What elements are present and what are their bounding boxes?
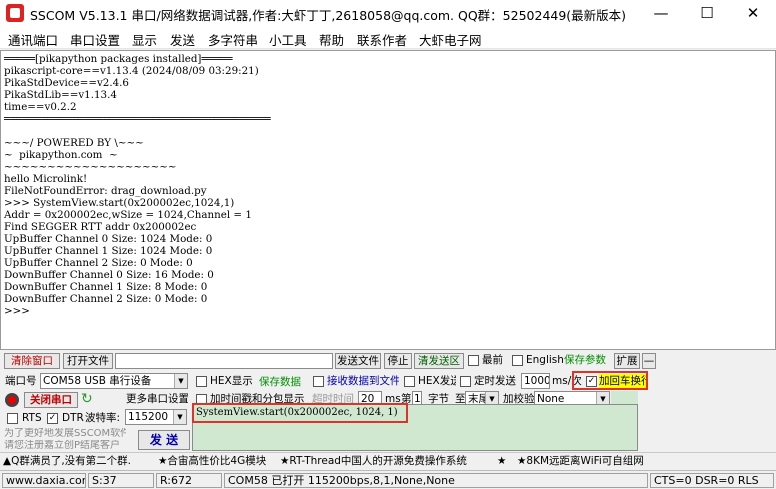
baud-select[interactable]: 115200 ▼ bbox=[125, 409, 187, 425]
baud-select-value: 115200 bbox=[128, 411, 169, 423]
terminal-line: ~~~~~~~~~~~~~~~~~~~~ bbox=[4, 161, 177, 173]
port-label: 端口号 bbox=[5, 375, 37, 387]
expand-button[interactable]: 扩展 bbox=[614, 353, 640, 369]
chevron-down-icon: ▼ bbox=[174, 374, 187, 388]
terminal-output: ═════[pikapython packages installed]════… bbox=[4, 53, 271, 317]
status-port-info: COM58 已打开 115200bps,8,1,None,None bbox=[224, 473, 648, 488]
app-icon bbox=[6, 4, 24, 22]
terminal-line: UpBuffer Channel 2 Size: 0 Mode: 0 bbox=[4, 257, 193, 269]
terminal-line: ════════════════════════════════════════… bbox=[4, 113, 271, 125]
terminal-line: PikaStdLib==v1.13.4 bbox=[4, 89, 117, 101]
maximize-button[interactable]: ☐ bbox=[684, 0, 730, 27]
ticker-item-2[interactable]: ★合宙高性价比4G模块 bbox=[158, 454, 266, 468]
terminal-line: PikaStdDevice==v2.4.6 bbox=[4, 77, 129, 89]
hex-send-label: HEX发送 bbox=[418, 375, 456, 387]
clear-send-button[interactable]: 清发送区 bbox=[414, 353, 464, 369]
timed-send-checkbox[interactable] bbox=[460, 376, 471, 387]
clear-window-button[interactable]: 清除窗口 bbox=[4, 353, 60, 369]
terminal-line: ~~~/ POWERED BY \~~~ bbox=[4, 137, 144, 149]
ticker-item-5[interactable]: ★8KM远距离WiFi可自组网 bbox=[517, 454, 644, 468]
terminal-line: DownBuffer Channel 0 Size: 16 Mode: 0 bbox=[4, 269, 214, 281]
menu-comm-port[interactable]: 通讯端口 bbox=[8, 30, 58, 49]
send-text-content: SystemView.start(0x200002ec, 1024, 1) bbox=[196, 407, 398, 418]
menu-multi-string[interactable]: 多字符串 bbox=[208, 30, 258, 49]
save-data-link[interactable]: 保存数据 bbox=[259, 375, 301, 389]
english-label: English bbox=[526, 354, 564, 366]
add-crlf-checkbox[interactable]: ✓ bbox=[586, 376, 597, 387]
ticker-item-1: ▲Q群满员了,没有第二个群. bbox=[3, 455, 132, 467]
status-sent-count: S:37 bbox=[88, 473, 154, 488]
status-bar: www.daxia.com S:37 R:672 COM58 已打开 11520… bbox=[0, 470, 776, 489]
status-website[interactable]: www.daxia.com bbox=[2, 473, 86, 488]
ticker-item-4[interactable]: ★ bbox=[497, 454, 506, 468]
ticker-bar: ▲Q群满员了,没有第二个群. ★合宙高性价比4G模块 ★RT-Thread中国人… bbox=[0, 452, 776, 469]
menu-tools[interactable]: 小工具 bbox=[269, 30, 307, 49]
close-port-button[interactable]: 关闭串口 bbox=[24, 392, 78, 408]
receive-terminal[interactable]: ═════[pikapython packages installed]════… bbox=[0, 50, 776, 350]
promo-line-2: 请您注册嘉立创P结尾客户 bbox=[4, 440, 121, 451]
close-button[interactable]: ✕ bbox=[730, 0, 776, 27]
terminal-line: >>> bbox=[4, 305, 30, 317]
open-file-button[interactable]: 打开文件 bbox=[63, 353, 113, 369]
hex-display-checkbox[interactable] bbox=[196, 376, 207, 387]
title-bar: SSCOM V5.13.1 串口/网络数据调试器,作者:大虾丁丁,2618058… bbox=[0, 0, 776, 27]
terminal-line: Addr = 0x200002ec,wSize = 1024,Channel =… bbox=[4, 209, 252, 221]
menu-daxia-site[interactable]: 大虾电子网 bbox=[419, 30, 482, 49]
file-path-field[interactable] bbox=[115, 353, 333, 369]
port-status-icon bbox=[5, 393, 19, 407]
menu-bar: 通讯端口 串口设置 显示 发送 多字符串 小工具 帮助 联系作者 大虾电子网 bbox=[0, 27, 776, 49]
send-file-button[interactable]: 发送文件 bbox=[335, 353, 381, 369]
timed-send-label: 定时发送 bbox=[474, 375, 516, 387]
latest-label: 最前 bbox=[482, 354, 503, 366]
terminal-line: DownBuffer Channel 2 Size: 0 Mode: 0 bbox=[4, 293, 208, 305]
hex-send-checkbox[interactable] bbox=[404, 376, 415, 387]
interval-input[interactable]: 1000 bbox=[521, 373, 550, 389]
collapse-button[interactable]: — bbox=[642, 353, 656, 369]
refresh-icon[interactable]: ↻ bbox=[81, 391, 93, 407]
window-title: SSCOM V5.13.1 串口/网络数据调试器,作者:大虾丁丁,2618058… bbox=[30, 8, 627, 23]
save-params-link[interactable]: 保存参数 bbox=[564, 353, 606, 367]
status-line-signals: CTS=0 DSR=0 RLS bbox=[650, 473, 774, 488]
status-received-count: R:672 bbox=[156, 473, 222, 488]
rts-checkbox[interactable] bbox=[7, 413, 18, 424]
ticker-item-3[interactable]: ★RT-Thread中国人的开源免费操作系统 bbox=[280, 454, 467, 468]
send-button[interactable]: 发 送 bbox=[138, 430, 190, 450]
terminal-line: ~ pikapython.com ~ bbox=[4, 149, 118, 161]
baud-label: 波特率: bbox=[85, 412, 121, 424]
promo-line-1: 为了更好地发展SSCOM软件 bbox=[4, 428, 126, 439]
terminal-line: UpBuffer Channel 0 Size: 1024 Mode: 0 bbox=[4, 233, 213, 245]
hex-display-label: HEX显示 bbox=[210, 375, 253, 387]
terminal-line: Find SEGGER RTT addr 0x200002ec bbox=[4, 221, 197, 233]
menu-serial-settings[interactable]: 串口设置 bbox=[70, 30, 120, 49]
terminal-line: time==v0.2.2 bbox=[4, 101, 77, 113]
add-crlf-label: 加回车换行 bbox=[599, 374, 646, 388]
menu-display[interactable]: 显示 bbox=[132, 30, 157, 49]
recv-to-file-checkbox[interactable] bbox=[313, 376, 324, 387]
minimize-button[interactable]: — bbox=[638, 0, 684, 27]
recv-to-file-label: 接收数据到文件 bbox=[327, 375, 399, 387]
terminal-line: pikascript-core==v1.13.4 (2024/08/09 03:… bbox=[4, 65, 259, 77]
terminal-line: FileNotFoundError: drag_download.py bbox=[4, 185, 207, 197]
latest-checkbox[interactable] bbox=[468, 355, 479, 366]
chevron-down-icon: ▼ bbox=[173, 410, 186, 424]
menu-help[interactable]: 帮助 bbox=[319, 30, 344, 49]
dtr-checkbox[interactable]: ✓ bbox=[47, 413, 58, 424]
port-select[interactable]: COM58 USB 串行设备 ▼ bbox=[40, 373, 188, 389]
terminal-line: DownBuffer Channel 1 Size: 8 Mode: 0 bbox=[4, 281, 208, 293]
send-area-corner bbox=[611, 391, 638, 404]
menu-contact-author[interactable]: 联系作者 bbox=[357, 30, 407, 49]
port-select-value: COM58 USB 串行设备 bbox=[43, 375, 152, 387]
terminal-line: hello Microlink! bbox=[4, 173, 88, 185]
english-checkbox[interactable] bbox=[512, 355, 523, 366]
more-settings-button[interactable]: 更多串口设置 bbox=[126, 392, 188, 408]
menu-send[interactable]: 发送 bbox=[170, 30, 195, 49]
terminal-line: UpBuffer Channel 1 Size: 1024 Mode: 0 bbox=[4, 245, 213, 257]
terminal-line: ═════[pikapython packages installed]════… bbox=[4, 53, 233, 65]
terminal-line: >>> SystemView.start(0x200002ec,1024,1) bbox=[4, 197, 235, 209]
dtr-label: DTR bbox=[62, 412, 84, 424]
stop-button[interactable]: 停止 bbox=[384, 353, 412, 369]
rts-label: RTS bbox=[22, 412, 42, 424]
